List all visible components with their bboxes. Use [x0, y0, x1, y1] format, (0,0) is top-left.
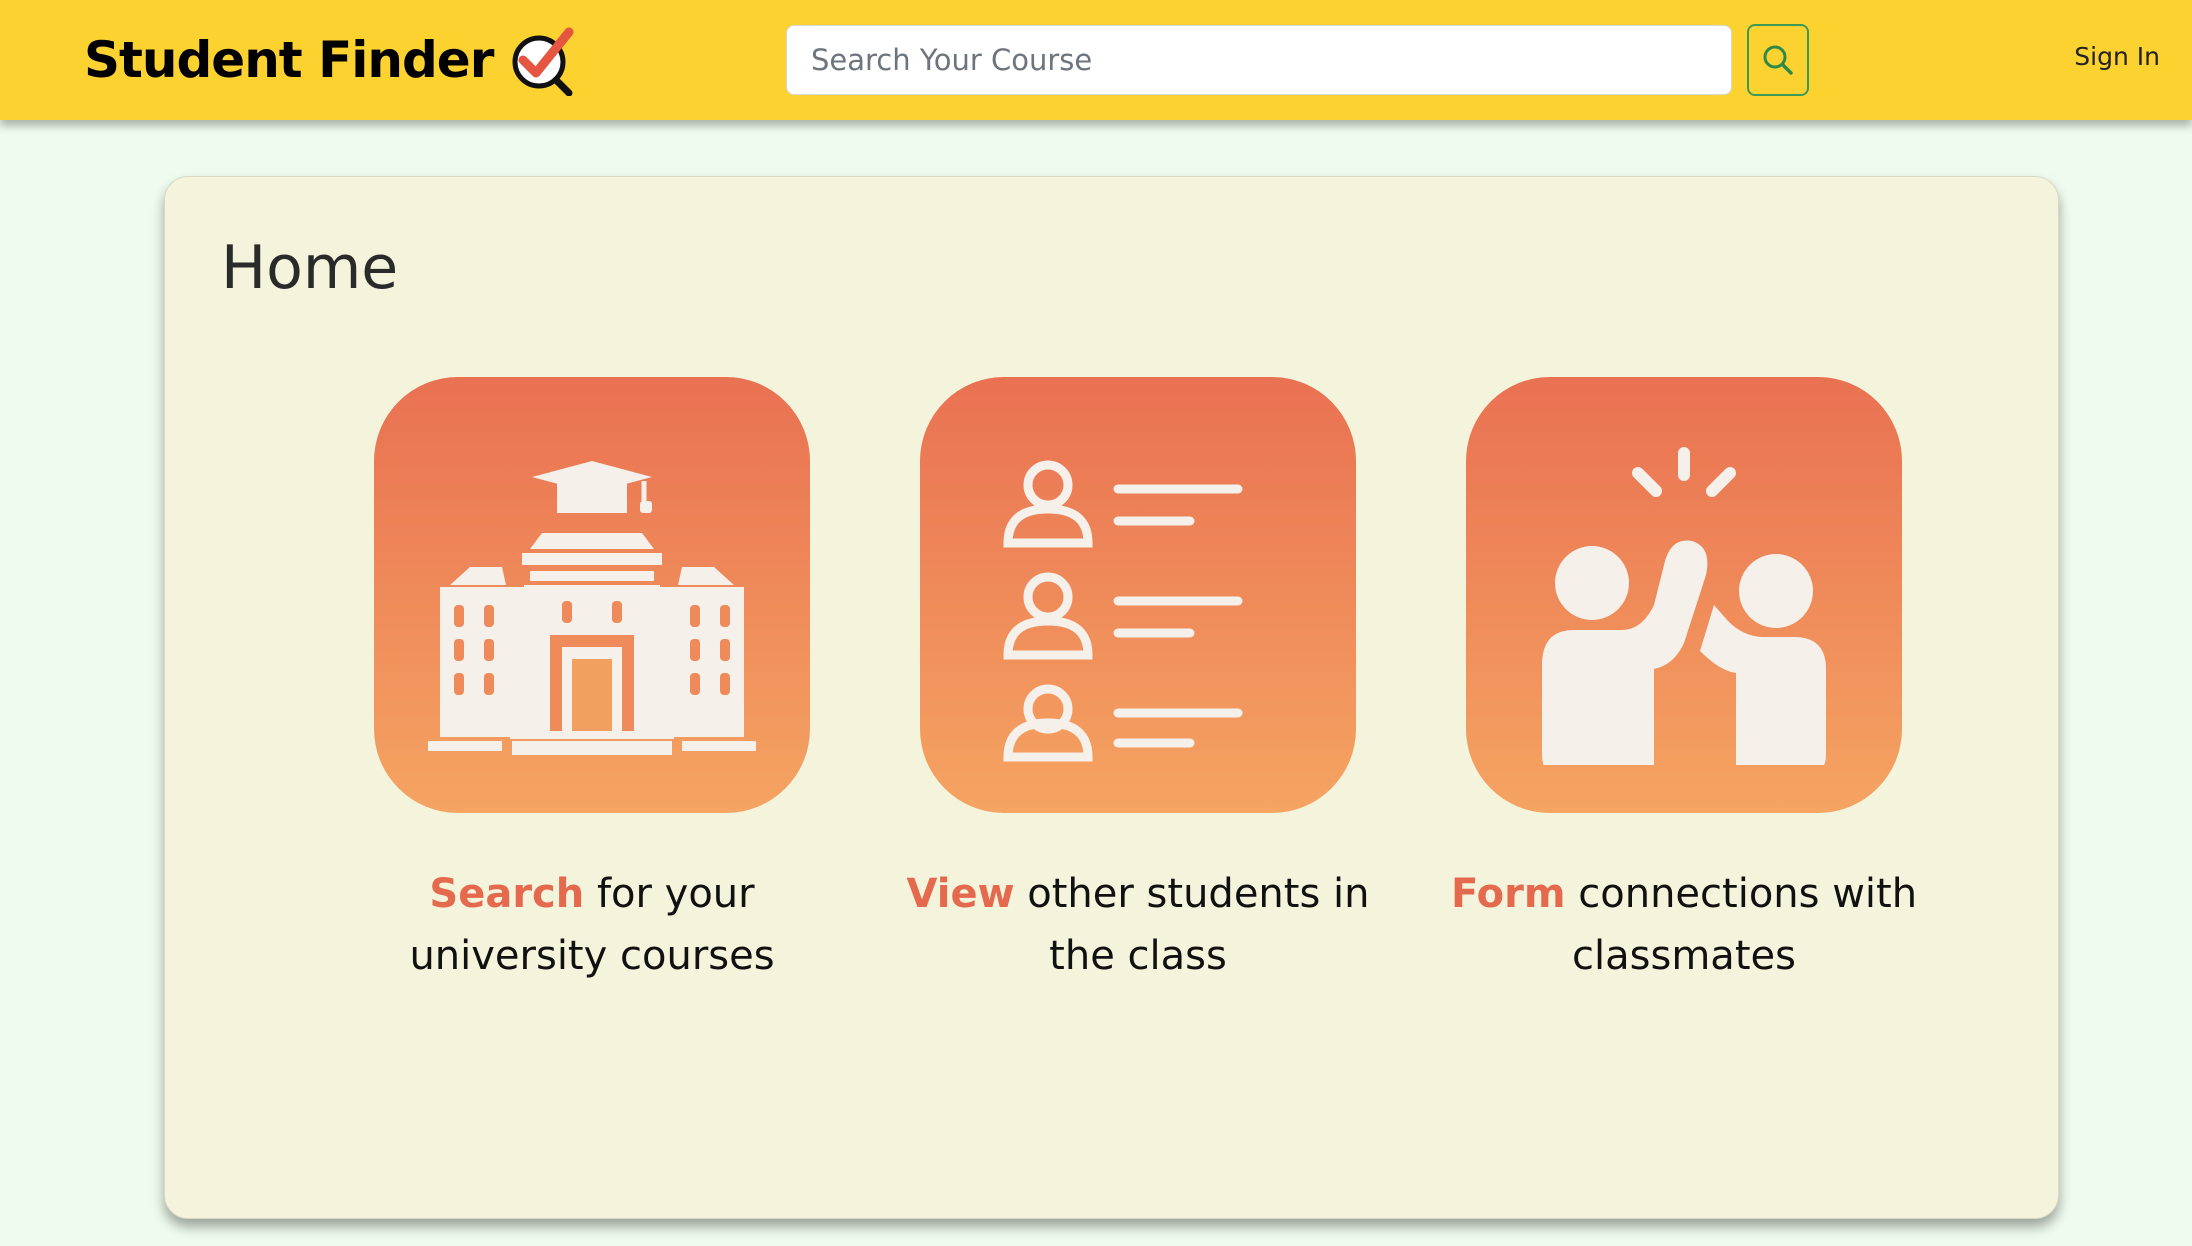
- caption-text: connections with classmates: [1565, 871, 1918, 979]
- feature-search-courses: Search for your university courses: [332, 377, 852, 987]
- course-search-input[interactable]: [786, 25, 1732, 95]
- caption-highlight: Search: [429, 871, 585, 917]
- brand-logo-link[interactable]: Student Finder: [84, 24, 579, 96]
- home-card: Home Search for your university courses …: [164, 176, 2059, 1219]
- feature-tile: [374, 377, 810, 813]
- feature-caption: Search for your university courses: [332, 863, 852, 987]
- caption-highlight: View: [906, 871, 1015, 917]
- checkmark-search-icon: [512, 27, 574, 96]
- feature-caption: Form connections with classmates: [1424, 863, 1944, 987]
- university-icon: [428, 461, 756, 755]
- feature-view-students: View other students in the class: [878, 377, 1398, 987]
- caption-text: other students in the class: [1014, 871, 1370, 979]
- brand-name: Student Finder: [84, 31, 494, 89]
- caption-highlight: Form: [1450, 871, 1566, 917]
- feature-tile: [920, 377, 1356, 813]
- search-icon: [1763, 45, 1793, 75]
- feature-form-connections: Form connections with classmates: [1424, 377, 1944, 987]
- page-title: Home: [221, 233, 399, 303]
- sign-in-link[interactable]: Sign In: [2030, 42, 2160, 82]
- student-list-icon: [1003, 460, 1243, 762]
- navbar: Student Finder Sign In: [0, 0, 2192, 120]
- search-button[interactable]: [1747, 24, 1809, 96]
- feature-caption: View other students in the class: [878, 863, 1398, 987]
- high-five-icon: [1542, 447, 1826, 765]
- feature-tile: [1466, 377, 1902, 813]
